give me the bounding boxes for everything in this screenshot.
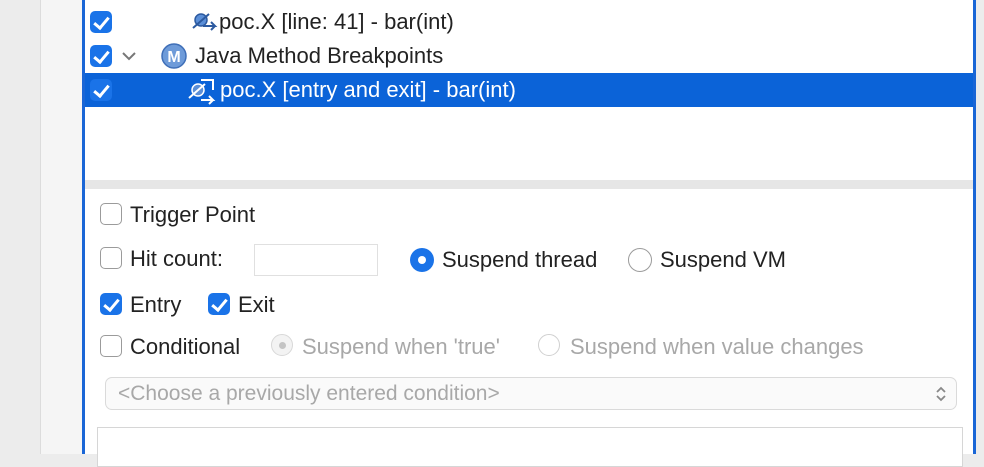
suspend-vm-label[interactable]: Suspend VM <box>660 246 786 274</box>
condition-placeholder: <Choose a previously entered condition> <box>118 382 500 405</box>
suspend-when-changes-radio[interactable] <box>538 334 560 356</box>
exit-checkbox[interactable] <box>208 293 230 315</box>
suspend-thread-label[interactable]: Suspend thread <box>442 246 597 274</box>
enable-checkbox[interactable] <box>90 11 112 33</box>
tree-row-label: Java Method Breakpoints <box>195 43 444 68</box>
exit-label[interactable]: Exit <box>238 291 275 319</box>
hit-count-label[interactable]: Hit count: <box>130 245 223 273</box>
enable-checkbox[interactable] <box>90 45 112 67</box>
entry-checkbox[interactable] <box>100 293 122 315</box>
tree-row-label: poc.X [entry and exit] - bar(int) <box>220 77 516 102</box>
updown-chevron-icon <box>936 386 946 402</box>
suspend-thread-radio[interactable] <box>410 248 434 272</box>
chevron-down-icon[interactable] <box>121 49 137 63</box>
hit-count-input[interactable] <box>254 244 378 276</box>
partial-row-icon <box>199 0 225 4</box>
suspend-when-changes-label[interactable]: Suspend when value changes <box>570 333 864 361</box>
conditional-checkbox[interactable] <box>100 335 122 357</box>
method-breakpoint-icon <box>188 79 216 105</box>
left-gutter <box>0 0 40 454</box>
svg-text:M: M <box>167 49 180 66</box>
tree-row-method-breakpoint[interactable]: poc.X [entry and exit] - bar(int) <box>85 73 973 107</box>
suspend-when-true-radio[interactable] <box>271 334 293 356</box>
breakpoints-view: poc.X [line: 41] - bar(int) M Java Metho… <box>82 0 976 467</box>
hit-count-checkbox[interactable] <box>100 247 122 269</box>
tree-row-label: poc.X [line: 41] - bar(int) <box>219 9 454 34</box>
condition-history-dropdown[interactable]: <Choose a previously entered condition> <box>105 377 957 410</box>
tree-row-java-method-breakpoints[interactable]: M Java Method Breakpoints <box>85 39 973 73</box>
suspend-vm-radio[interactable] <box>628 248 652 272</box>
breakpoint-properties: Trigger Point Hit count: Suspend thread … <box>85 189 973 467</box>
entry-label[interactable]: Entry <box>130 291 181 319</box>
splitter[interactable] <box>85 180 973 189</box>
trigger-point-checkbox[interactable] <box>100 203 122 225</box>
line-breakpoint-icon <box>192 13 218 31</box>
condition-editor[interactable] <box>97 427 963 467</box>
method-category-icon: M <box>161 43 187 69</box>
left-panel-strip <box>40 0 83 454</box>
tree-row-line-breakpoint[interactable]: poc.X [line: 41] - bar(int) <box>85 5 973 39</box>
breakpoints-tree[interactable]: poc.X [line: 41] - bar(int) M Java Metho… <box>85 0 973 180</box>
conditional-label[interactable]: Conditional <box>130 333 240 361</box>
enable-checkbox[interactable] <box>90 79 112 101</box>
trigger-point-label[interactable]: Trigger Point <box>130 201 255 229</box>
suspend-when-true-label[interactable]: Suspend when 'true' <box>302 333 500 361</box>
